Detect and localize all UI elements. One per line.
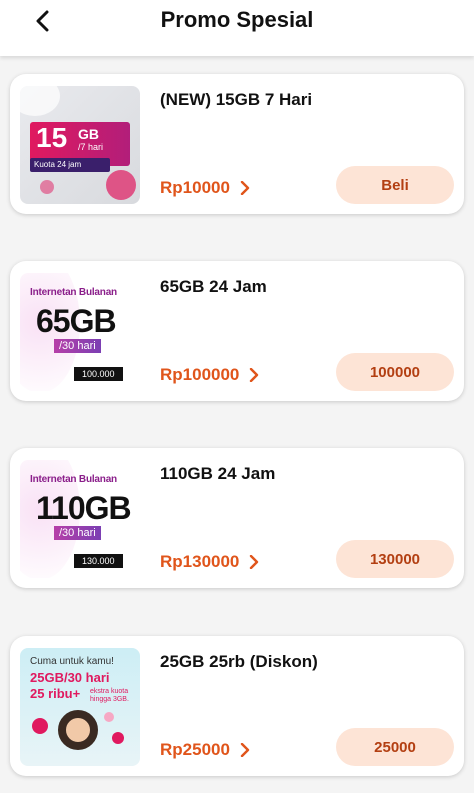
chevron-right-icon	[249, 368, 259, 382]
buy-button[interactable]: 25000	[336, 728, 454, 766]
buy-button[interactable]: Beli	[336, 166, 454, 204]
product-card[interactable]: Internetan Bulanan 110GB /30 hari 130.00…	[10, 448, 464, 588]
product-card[interactable]: 15 GB /7 hari Kuota 24 jam (NEW) 15GB 7 …	[10, 74, 464, 214]
product-price[interactable]: Rp25000	[160, 740, 250, 760]
product-card[interactable]: Internetan Bulanan 65GB /30 hari 100.000…	[10, 261, 464, 401]
product-thumbnail: Internetan Bulanan 65GB /30 hari 100.000	[20, 273, 140, 391]
buy-button[interactable]: 130000	[336, 540, 454, 578]
chevron-right-icon	[240, 181, 250, 195]
product-name: 110GB 24 Jam	[160, 464, 276, 483]
app-header: Promo Spesial	[0, 0, 474, 56]
product-name: 25GB 25rb (Diskon)	[160, 652, 318, 671]
page-title: Promo Spesial	[160, 7, 314, 32]
product-price[interactable]: Rp100000	[160, 365, 259, 385]
product-thumbnail: Cuma untuk kamu! 25GB/30 hari 25 ribu+ e…	[20, 648, 140, 766]
product-name: 65GB 24 Jam	[160, 277, 267, 296]
product-thumbnail: 15 GB /7 hari Kuota 24 jam	[20, 86, 140, 204]
product-name: (NEW) 15GB 7 Hari	[160, 90, 313, 109]
product-price[interactable]: Rp10000	[160, 178, 250, 198]
chevron-right-icon	[249, 555, 259, 569]
product-card[interactable]: Cuma untuk kamu! 25GB/30 hari 25 ribu+ e…	[10, 636, 464, 776]
product-price[interactable]: Rp130000	[160, 552, 259, 572]
buy-button[interactable]: 100000	[336, 353, 454, 391]
chevron-right-icon	[240, 743, 250, 757]
product-thumbnail: Internetan Bulanan 110GB /30 hari 130.00…	[20, 460, 140, 578]
person-image	[58, 710, 98, 750]
